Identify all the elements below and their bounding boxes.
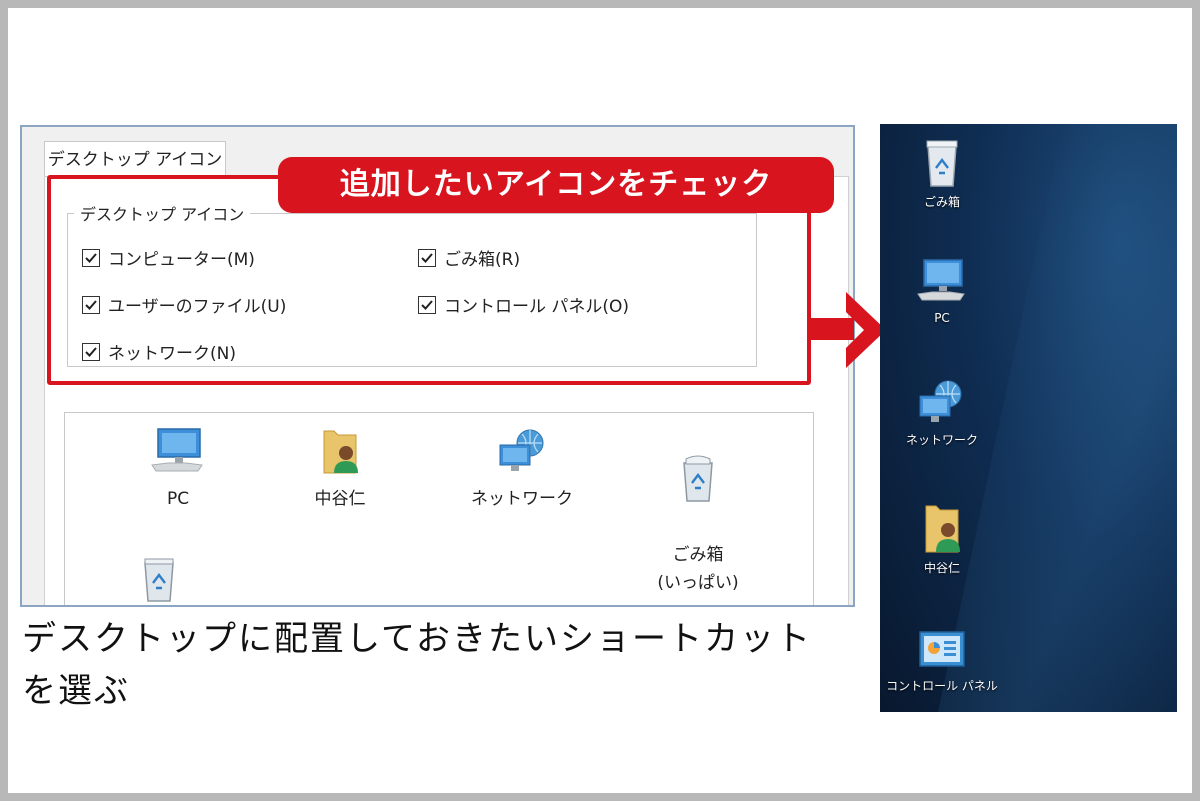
network-icon <box>499 429 544 471</box>
tab-desktop-icons[interactable]: デスクトップ アイコン <box>44 141 226 177</box>
desktop-icon-control-panel[interactable]: コントロール パネル <box>882 628 1002 694</box>
desktop-icon-recycle-bin[interactable]: ごみ箱 <box>882 136 1002 210</box>
recycle-bin-full-icon <box>683 455 713 502</box>
arrow-right-icon <box>810 292 886 368</box>
preview-item-network[interactable]: ネットワーク <box>447 427 597 513</box>
control-panel-icon <box>919 631 965 667</box>
recycle-bin-empty-icon[interactable] <box>129 555 189 603</box>
preview-item-label: 中谷仁 <box>314 489 366 509</box>
desktop-icon-label: ネットワーク <box>905 433 978 447</box>
preview-item-label: ごみ箱 (いっぱい) <box>657 545 739 593</box>
desktop-icon-label: 中谷仁 <box>923 561 960 575</box>
desktop-icon-label: PC <box>934 311 950 325</box>
recycle-bin-icon <box>926 140 958 187</box>
user-folder-icon <box>925 505 960 553</box>
windows-desktop: ごみ箱 PC ネットワーク 中谷仁 コントロール パネル <box>880 124 1177 712</box>
desktop-icon-pc[interactable]: PC <box>882 256 1002 326</box>
icon-preview-list: PC 中谷仁 ネットワーク ごみ箱 (いっぱい) <box>64 412 814 605</box>
desktop-icon-user-folder[interactable]: 中谷仁 <box>882 502 1002 576</box>
desktop-icon-label: ごみ箱 <box>923 195 960 209</box>
desktop-icon-network[interactable]: ネットワーク <box>882 378 1002 448</box>
preview-item-user[interactable]: 中谷仁 <box>265 427 415 513</box>
preview-item-label: ネットワーク <box>471 489 573 509</box>
preview-item-recycle-bin-full[interactable]: ごみ箱 (いっぱい) <box>623 427 773 597</box>
monitor-icon <box>151 428 203 472</box>
monitor-icon <box>917 259 965 301</box>
callout-label: 追加したいアイコンをチェック <box>278 157 834 213</box>
preview-item-pc[interactable]: PC <box>103 427 253 513</box>
preview-item-label: PC <box>166 489 190 509</box>
network-icon <box>919 380 962 422</box>
user-folder-icon <box>323 430 358 474</box>
desktop-icon-label: コントロール パネル <box>886 679 998 693</box>
caption-text: デスクトップに配置しておきたいショートカットを選ぶ <box>22 619 812 711</box>
